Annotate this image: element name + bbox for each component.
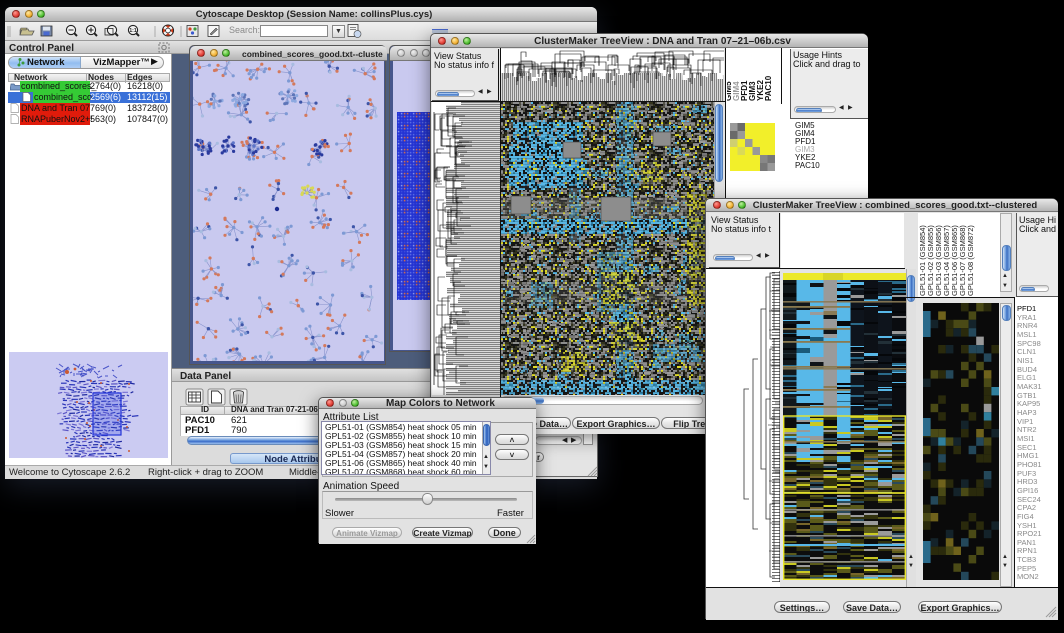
svg-text:Search:: Search: (229, 25, 260, 35)
svg-text:PAC10: PAC10 (764, 75, 773, 101)
svg-text:1:1: 1:1 (129, 28, 136, 34)
svg-text:GPL51-08 (GSM872): GPL51-08 (GSM872) (966, 225, 975, 296)
